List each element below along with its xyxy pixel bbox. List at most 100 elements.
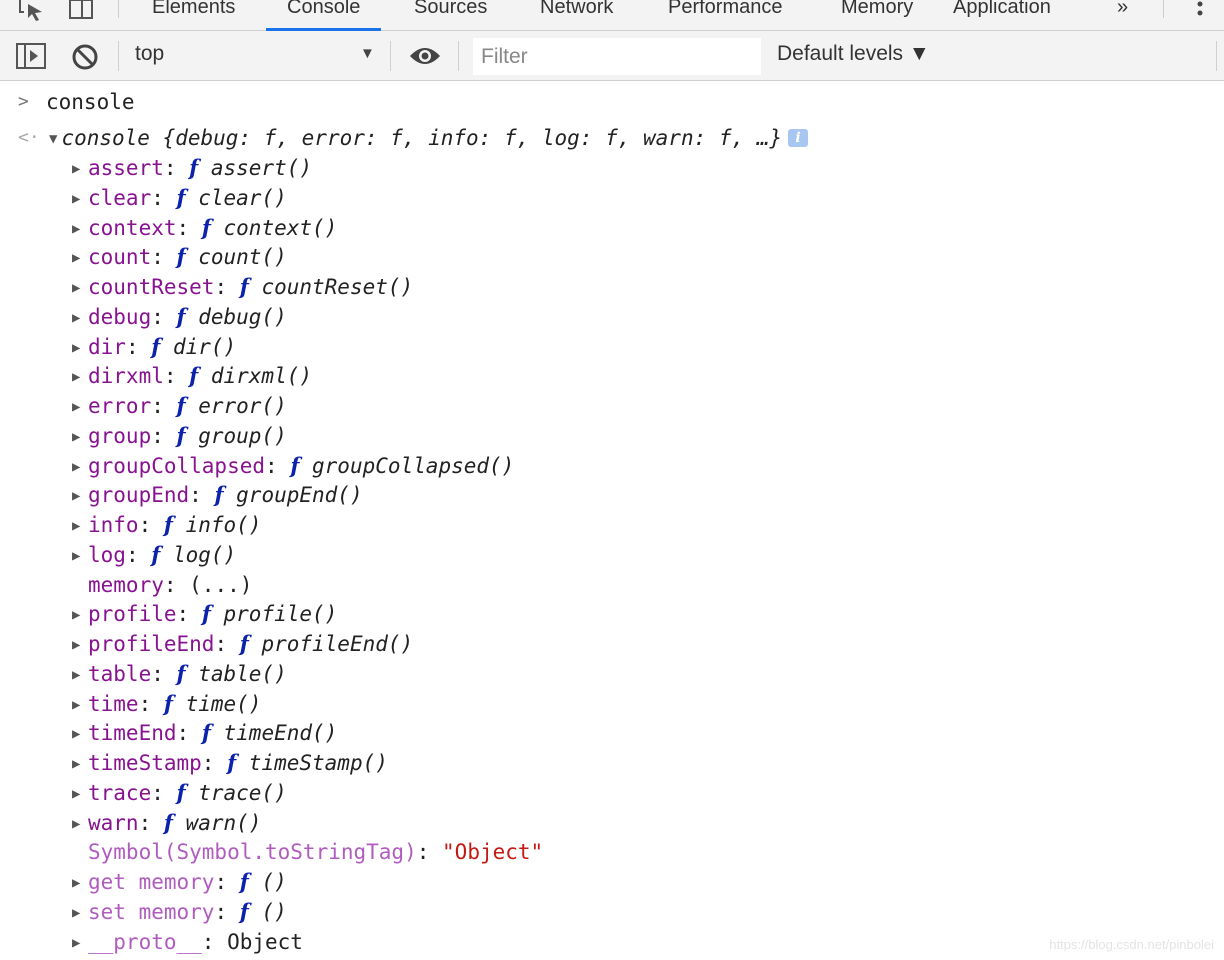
- more-tabs-button[interactable]: »: [1117, 0, 1128, 31]
- expand-triangle-icon[interactable]: ▶: [72, 868, 88, 898]
- expand-triangle-icon[interactable]: ▶: [72, 809, 88, 839]
- expand-triangle-icon[interactable]: ▶: [72, 452, 88, 482]
- property-row[interactable]: ▶ group: f group(): [72, 421, 287, 451]
- property-value: dir(): [172, 334, 237, 359]
- colon-separator: :: [265, 453, 291, 478]
- expand-triangle-icon[interactable]: ▶: [72, 511, 88, 541]
- tab-sources[interactable]: Sources: [414, 0, 487, 31]
- property-key: log: [88, 542, 126, 567]
- property-row[interactable]: memory: (...): [72, 570, 252, 600]
- chevron-down-icon[interactable]: ▼: [360, 45, 375, 62]
- colon-separator: :: [138, 810, 164, 835]
- expand-triangle-icon[interactable]: ▶: [72, 362, 88, 392]
- tab-performance[interactable]: Performance: [668, 0, 783, 31]
- property-row[interactable]: ▶ set memory: f (): [72, 897, 287, 927]
- property-row[interactable]: ▶ context: f context(): [72, 213, 337, 243]
- colon-separator: :: [214, 899, 240, 924]
- expand-triangle-icon[interactable]: ▶: [72, 779, 88, 809]
- tab-application[interactable]: Application: [953, 0, 1051, 31]
- property-row[interactable]: ▶ countReset: f countReset(): [72, 272, 413, 302]
- expand-triangle-icon[interactable]: ▶: [72, 243, 88, 273]
- property-key: context: [88, 215, 177, 240]
- expand-triangle-icon[interactable]: ▶: [72, 184, 88, 214]
- property-row[interactable]: ▶ dirxml: f dirxml(): [72, 361, 312, 391]
- object-summary: console {debug: f, error: f, info: f, lo…: [61, 126, 783, 150]
- tab-console[interactable]: Console: [266, 0, 382, 31]
- expand-triangle-icon[interactable]: ▶: [72, 214, 88, 244]
- colon-separator: :: [416, 840, 443, 865]
- property-row[interactable]: ▶ get memory: f (): [72, 867, 287, 897]
- property-row[interactable]: ▶ assert: f assert(): [72, 153, 312, 183]
- function-glyph-icon: f: [163, 512, 173, 537]
- expand-triangle-icon[interactable]: ▶: [72, 154, 88, 184]
- context-selector[interactable]: top: [135, 42, 164, 66]
- property-row[interactable]: ▶ error: f error(): [72, 391, 287, 421]
- expand-triangle-icon[interactable]: ▶: [72, 481, 88, 511]
- expand-triangle-icon[interactable]: ▶: [72, 333, 88, 363]
- expand-triangle-icon[interactable]: ▼: [49, 124, 57, 154]
- live-expression-eye-icon[interactable]: [408, 44, 442, 73]
- expand-triangle-icon[interactable]: ▶: [72, 719, 88, 749]
- property-row[interactable]: ▶ profile: f profile(): [72, 599, 337, 629]
- colon-separator: :: [214, 275, 240, 299]
- property-row[interactable]: ▶ groupCollapsed: f groupCollapsed(): [72, 451, 514, 481]
- expand-triangle-icon[interactable]: ▶: [72, 303, 88, 333]
- property-key: clear: [88, 185, 152, 210]
- expand-triangle-icon[interactable]: ▶: [72, 660, 88, 690]
- property-row[interactable]: ▶ info: f info(): [72, 510, 261, 540]
- expand-triangle-icon[interactable]: ▶: [72, 541, 88, 571]
- expand-triangle-icon[interactable]: ▶: [72, 898, 88, 928]
- property-row[interactable]: ▶ dir: f dir(): [72, 332, 236, 362]
- property-key: Symbol(Symbol.toStringTag): [88, 840, 417, 865]
- colon-separator: :: [138, 691, 164, 716]
- tab-elements[interactable]: Elements: [152, 0, 235, 31]
- expand-triangle-icon[interactable]: ▶: [72, 600, 88, 630]
- expand-triangle-icon[interactable]: ▶: [72, 392, 88, 422]
- console-output: > console <· ▼ console {debug: f, error: …: [0, 81, 1224, 960]
- property-row[interactable]: Symbol(Symbol.toStringTag): "Object": [72, 837, 543, 867]
- property-row[interactable]: ▶ log: f log(): [72, 540, 236, 570]
- property-key: debug: [88, 304, 152, 329]
- expand-triangle-icon[interactable]: ▶: [72, 422, 88, 452]
- tab-memory[interactable]: Memory: [841, 0, 913, 31]
- property-row[interactable]: ▶ groupEnd: f groupEnd(): [72, 480, 363, 510]
- property-key: set memory: [88, 899, 215, 924]
- property-value: trace(): [198, 780, 287, 805]
- device-toolbar-icon[interactable]: [68, 0, 96, 22]
- inspect-element-icon[interactable]: [18, 0, 46, 22]
- log-levels-dropdown[interactable]: Default levels ▼: [777, 42, 930, 66]
- property-key: time: [88, 691, 139, 716]
- property-row[interactable]: ▶ clear: f clear(): [72, 183, 287, 213]
- info-icon[interactable]: i: [788, 129, 809, 147]
- property-value: timeStamp(): [248, 751, 388, 775]
- property-row[interactable]: ▶ trace: f trace(): [72, 778, 287, 808]
- colon-separator: :: [138, 513, 164, 537]
- property-value: Object: [227, 929, 303, 954]
- kebab-menu-icon[interactable]: [1192, 0, 1208, 20]
- property-row[interactable]: ▶ table: f table(): [72, 659, 287, 689]
- property-row[interactable]: ▶ timeStamp: f timeStamp(): [72, 748, 388, 778]
- input-prompt-icon: >: [18, 91, 29, 112]
- property-row[interactable]: ▶ __proto__: Object: [72, 927, 303, 957]
- expand-triangle-icon[interactable]: ▶: [72, 630, 88, 660]
- console-input-text: console: [46, 90, 135, 114]
- expand-triangle-icon[interactable]: ▶: [72, 928, 88, 958]
- sidebar-toggle-icon[interactable]: [16, 43, 46, 74]
- expand-triangle-icon[interactable]: ▶: [72, 749, 88, 779]
- property-row[interactable]: ▶ time: f time(): [72, 689, 261, 719]
- property-row[interactable]: ▶ count: f count(): [72, 242, 287, 272]
- clear-console-icon[interactable]: [71, 43, 99, 76]
- expand-triangle-icon[interactable]: ▶: [72, 273, 88, 303]
- property-row[interactable]: ▶ profileEnd: f profileEnd(): [72, 629, 413, 659]
- expand-triangle-icon[interactable]: ▶: [72, 690, 88, 720]
- property-key: error: [88, 394, 152, 418]
- console-toolbar: top ▼ Default levels ▼: [0, 31, 1224, 81]
- property-row[interactable]: ▶ debug: f debug(): [72, 302, 287, 332]
- property-row[interactable]: ▶ timeEnd: f timeEnd(): [72, 718, 337, 748]
- property-value: profileEnd(): [261, 632, 414, 656]
- property-value: groupCollapsed(): [312, 453, 515, 478]
- tab-network[interactable]: Network: [540, 0, 613, 31]
- property-row[interactable]: ▶ warn: f warn(): [72, 808, 261, 838]
- filter-input[interactable]: [473, 38, 761, 75]
- property-value: (): [261, 870, 287, 894]
